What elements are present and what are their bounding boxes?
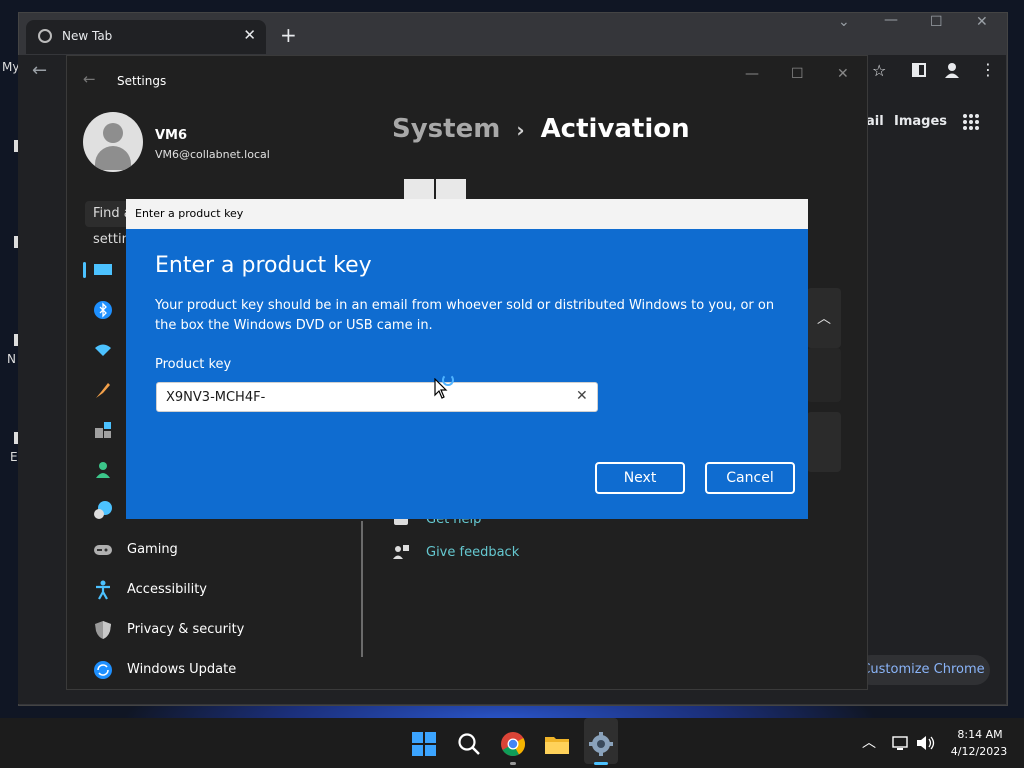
chrome-menu-icon[interactable]: ⋮ (980, 60, 996, 79)
cancel-button[interactable]: Cancel (705, 462, 795, 494)
breadcrumb-parent[interactable]: System (392, 114, 500, 144)
dialog-description: Your product key should be in an email f… (155, 298, 775, 333)
chrome-taskbar-icon[interactable] (500, 731, 526, 757)
sidebar-item-label: Windows Update (127, 662, 237, 677)
avatar[interactable] (83, 112, 143, 172)
user-name: VM6 (155, 128, 188, 143)
sidebar-item-label: Gaming (127, 542, 178, 557)
taskbar: ︿ 8:14 AM 4/12/2023 (0, 718, 1024, 768)
accounts-icon[interactable] (93, 460, 113, 480)
next-button[interactable]: Next (595, 462, 685, 494)
windows-logo-tile (436, 179, 466, 199)
breadcrumb: System › Activation (392, 114, 690, 144)
running-indicator (510, 762, 516, 765)
tab-title: New Tab (62, 29, 113, 43)
profile-icon[interactable] (944, 62, 960, 78)
dialog-titlebar: Enter a product key (126, 199, 808, 229)
system-icon[interactable] (93, 260, 113, 280)
card-row (807, 348, 841, 402)
desktop-icon-label: E (10, 450, 18, 464)
chevron-up-icon: ︿ (817, 311, 831, 327)
personalization-icon[interactable] (93, 380, 113, 400)
give-feedback-link[interactable]: Give feedback (426, 545, 519, 560)
clock-date[interactable]: 4/12/2023 (945, 745, 1013, 758)
avatar-head (103, 123, 123, 143)
bookmark-star-icon[interactable]: ☆ (872, 61, 886, 80)
tab-close-icon[interactable]: ✕ (243, 26, 256, 44)
side-panel-icon[interactable] (912, 63, 926, 77)
expand-card[interactable]: ︿ (807, 288, 841, 348)
chrome-back-icon[interactable]: ← (32, 60, 47, 81)
clear-input-icon[interactable]: ✕ (576, 388, 588, 404)
avatar-body (95, 146, 131, 170)
start-windows-icon[interactable] (411, 731, 437, 757)
feedback-icon (393, 545, 409, 559)
windows-update-icon (94, 661, 112, 679)
sidebar-item-gaming[interactable]: Gaming (85, 533, 355, 567)
busy-spinner-icon (442, 374, 454, 386)
images-link[interactable]: Images (894, 114, 947, 129)
shield-icon (95, 621, 111, 639)
back-arrow-icon[interactable]: ← (83, 70, 96, 88)
maximize-icon[interactable]: ☐ (791, 66, 804, 82)
settings-gear-icon[interactable] (588, 731, 614, 757)
sidebar-item-label: Privacy & security (127, 622, 245, 637)
minimize-icon[interactable]: — (745, 66, 759, 82)
network-icon[interactable] (93, 340, 113, 360)
pane-divider (361, 521, 363, 657)
chrome-favicon-icon (38, 29, 52, 43)
card-row (807, 412, 841, 472)
time-language-icon[interactable] (93, 500, 113, 520)
clock-time[interactable]: 8:14 AM (950, 728, 1010, 741)
apps-grid-icon[interactable] (962, 113, 980, 131)
dialog-window-title: Enter a product key (135, 207, 244, 220)
product-key-input[interactable] (156, 382, 598, 412)
breadcrumb-separator: › (516, 118, 525, 142)
bookmark-label: My (2, 60, 20, 74)
page-title: Activation (540, 114, 690, 144)
new-tab-button[interactable]: + (280, 23, 297, 47)
active-indicator (594, 762, 608, 765)
chrome-minimize-icon[interactable]: — (884, 12, 898, 28)
file-explorer-icon[interactable] (544, 731, 570, 757)
sidebar-item-accessibility[interactable]: Accessibility (85, 573, 355, 607)
network-tray-icon[interactable] (892, 736, 910, 752)
gamepad-icon (94, 545, 112, 555)
accessibility-icon (96, 580, 110, 600)
apps-icon[interactable] (93, 420, 113, 440)
user-email: VM6@collabnet.local (155, 148, 270, 161)
settings-title: Settings (117, 74, 167, 88)
bluetooth-icon[interactable] (93, 300, 113, 320)
dialog-heading: Enter a product key (155, 253, 372, 278)
windows-logo-tile (404, 179, 434, 199)
volume-icon[interactable] (916, 735, 936, 751)
gmail-link[interactable]: ail (866, 114, 884, 129)
nav-selection-indicator (83, 262, 86, 278)
sidebar-item-windows-update[interactable]: Windows Update (85, 653, 355, 687)
chrome-maximize-icon[interactable]: ☐ (930, 14, 943, 30)
close-icon[interactable]: ✕ (837, 66, 849, 82)
product-key-dialog: Enter a product key Enter a product key … (126, 199, 808, 519)
product-key-label: Product key (155, 357, 232, 372)
chrome-tab-search-icon[interactable]: ⌄ (838, 14, 850, 30)
sidebar-item-label: Accessibility (127, 582, 207, 597)
desktop-icon-label: N (7, 352, 16, 366)
customize-chrome-button[interactable]: Customize Chrome (856, 655, 990, 685)
search-icon[interactable] (456, 731, 482, 757)
sidebar-item-privacy[interactable]: Privacy & security (85, 613, 355, 647)
chrome-tab[interactable]: New Tab ✕ (26, 20, 266, 54)
show-hidden-icons-chevron-icon[interactable]: ︿ (862, 732, 876, 752)
chrome-close-icon[interactable]: ✕ (976, 14, 988, 30)
